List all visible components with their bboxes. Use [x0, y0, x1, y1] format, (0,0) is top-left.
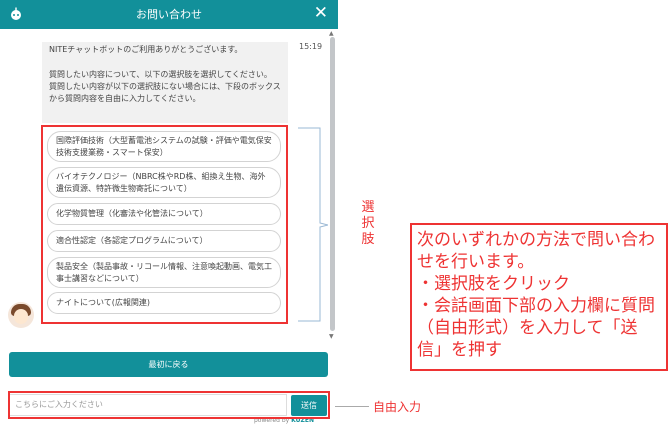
scroll-down-icon[interactable]: ▼: [329, 333, 334, 340]
message-line-1: NITEチャットボットのご利用ありがとうございます。: [49, 45, 243, 54]
choices-highlight-box: [41, 125, 288, 324]
instructions-note: 次のいずれかの方法で問い合わせを行います。 ・選択肢をクリック ・会話画面下部の…: [410, 223, 668, 371]
operator-avatar: [8, 302, 34, 328]
free-input-leader-line: [335, 406, 369, 407]
chat-scrollbar[interactable]: ▲ ▼: [329, 30, 336, 340]
message-line-3: 質問したい内容が以下の選択肢にない場合には、下段のボックスから質問内容を自由に入…: [49, 82, 281, 103]
note-line: ・選択肢をクリック: [417, 274, 570, 294]
back-to-start-button[interactable]: 最初に戻る: [9, 352, 328, 377]
scroll-up-icon[interactable]: ▲: [329, 30, 334, 37]
note-line: 次のいずれかの方法で問い合わせを行います。: [417, 230, 655, 272]
message-timestamp: 15:19: [299, 42, 323, 51]
note-line: ・会話画面下部の入力欄に質問（自由形式）を入力して「送信」を押す: [417, 296, 655, 360]
chat-header: お問い合わせ ✕: [0, 0, 338, 29]
message-line-2: 質問したい内容について、以下の選択肢を選択してください。: [49, 70, 272, 79]
input-highlight-box: [8, 391, 330, 419]
bot-message-bubble: NITEチャットボットのご利用ありがとうございます。 質問したい内容について、以…: [42, 42, 288, 123]
scroll-thumb[interactable]: [330, 37, 335, 331]
chat-title: お問い合わせ: [136, 8, 202, 21]
choices-annotation-label: 選択肢: [361, 200, 375, 247]
choices-bracket: [298, 127, 328, 322]
close-icon[interactable]: ✕: [314, 3, 328, 23]
free-input-annotation-label: 自由入力: [373, 400, 422, 414]
